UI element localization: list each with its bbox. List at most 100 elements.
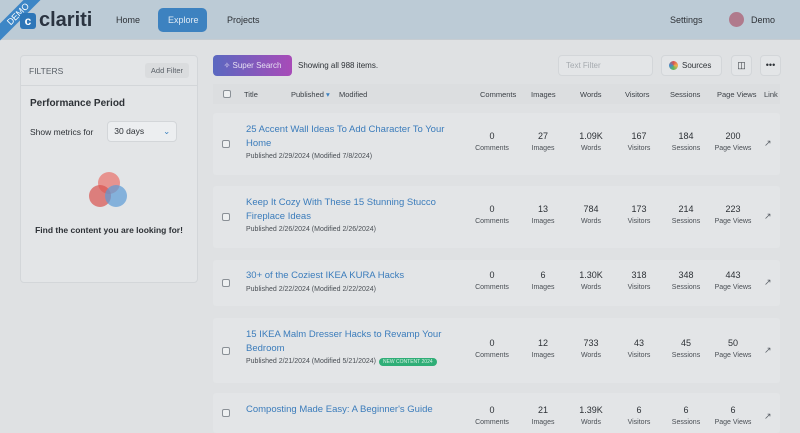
brand-logo[interactable]: c clariti [20,9,92,32]
external-link-icon[interactable]: ↗ [764,411,772,422]
text-filter-input[interactable]: Text Filter [558,55,653,76]
nav-explore[interactable]: Explore [158,8,207,32]
item-count: Showing all 988 items. [298,61,379,70]
row-title-link[interactable]: 30+ of the Coziest IKEA KURA Hacks [246,269,461,283]
comments-label: Comments [475,419,509,426]
comments-value: 0 [489,405,495,415]
chevron-down-icon: ⌄ [163,126,171,136]
images-value: 12 [537,337,548,348]
external-link-icon[interactable]: ↗ [764,345,772,356]
words-label: Words [580,419,602,426]
select-all-checkbox[interactable] [223,90,231,98]
row-title-link[interactable]: 25 Accent Wall Ideas To Add Character To… [246,123,461,151]
table-row[interactable]: Composting Made Easy: A Beginner's Guide… [213,393,780,433]
visitors-label: Visitors [627,284,651,291]
page-views-value: 200 [725,131,741,141]
comments-label: Comments [475,351,509,359]
columns-layout-button[interactable]: ◫ [731,55,752,76]
visitors-value: 43 [633,337,644,348]
cell-images: 12 Images [518,338,568,359]
cell-images: 6 Images [518,270,568,291]
images-label: Images [531,351,555,359]
page-views-value: 50 [727,337,738,348]
comments-label: Comments [475,218,509,225]
row-title-link[interactable]: 15 IKEA Malm Dresser Hacks to Revamp You… [246,328,461,356]
comments-value: 0 [489,131,495,141]
super-search-label: Super Search [232,61,282,70]
row-meta: Published 2/29/2024 (Modified 7/8/2024) [246,153,372,160]
settings-link[interactable]: Settings [660,8,713,32]
col-visitors[interactable]: Visitors [625,90,649,99]
table-row[interactable]: 15 IKEA Malm Dresser Hacks to Revamp You… [213,318,780,383]
cell-images: 27 Images [518,131,568,152]
user-menu[interactable]: Demo [741,8,785,32]
col-title[interactable]: Title [244,90,258,99]
new-content-badge: NEW CONTENT 2024 [378,358,437,366]
row-title-link[interactable]: Keep It Cozy With These 15 Stunning Stuc… [246,196,461,224]
external-link-icon[interactable]: ↗ [764,211,772,222]
nav-projects[interactable]: Projects [217,8,270,32]
row-title-link[interactable]: Composting Made Easy: A Beginner's Guide [246,403,461,417]
col-page-views[interactable]: Page Views [717,90,756,99]
cell-comments: 0 Comments [467,270,517,291]
cell-visitors: 167 Visitors [614,131,664,152]
table-row[interactable]: 30+ of the Coziest IKEA KURA Hacks Publis… [213,260,780,306]
page-views-label: Page Views [714,145,752,152]
row-checkbox[interactable] [222,140,230,148]
sessions-label: Sessions [671,145,701,152]
col-link: Link [764,90,778,99]
filters-title: FILTERS [29,65,64,76]
row-checkbox[interactable] [222,279,230,287]
external-link-icon[interactable]: ↗ [764,277,772,288]
page-views-value: 6 [730,405,736,415]
sessions-label: Sessions [671,218,701,225]
page-views-label: Page Views [714,419,752,426]
words-value: 733 [583,337,599,348]
sessions-label: Sessions [671,284,701,291]
period-select[interactable]: 30 days ⌄ [107,121,178,142]
cell-page-views: 223 Page Views [708,204,758,225]
row-dates: Published 2/26/2024 (Modified 2/26/2024) [246,226,376,233]
col-modified[interactable]: Modified [339,90,367,99]
images-value: 21 [537,405,548,415]
col-images[interactable]: Images [531,90,556,99]
col-published[interactable]: Published ▾ [291,90,330,99]
words-label: Words [580,218,602,225]
images-value: 27 [537,131,548,141]
cell-words: 733 Words [566,338,616,359]
cell-comments: 0 Comments [467,338,517,359]
row-dates: Published 2/21/2024 (Modified 5/21/2024) [246,358,376,365]
nav-home[interactable]: Home [106,8,150,32]
col-comments[interactable]: Comments [480,90,516,99]
add-filter-button[interactable]: Add Filter [144,63,189,78]
sources-button[interactable]: Sources [661,55,722,76]
row-checkbox[interactable] [222,213,230,221]
cell-comments: 0 Comments [467,131,517,152]
sessions-value: 184 [678,131,694,141]
super-search-button[interactable]: ✧ Super Search [213,55,292,76]
page-views-label: Page Views [714,351,752,359]
visitors-label: Visitors [627,145,651,152]
images-value: 13 [537,204,548,214]
images-label: Images [531,145,555,152]
period-value: 30 days [114,126,145,136]
cell-sessions: 45 Sessions [661,338,711,359]
col-sessions[interactable]: Sessions [670,90,700,99]
row-checkbox[interactable] [222,346,230,355]
table-row[interactable]: Keep It Cozy With These 15 Stunning Stuc… [213,186,780,248]
cell-sessions: 184 Sessions [661,131,711,152]
external-link-icon[interactable]: ↗ [764,138,772,149]
table-row[interactable]: 25 Accent Wall Ideas To Add Character To… [213,113,780,175]
row-meta: Published 2/21/2024 (Modified 5/21/2024)… [246,358,437,366]
cell-words: 1.30K Words [566,270,616,291]
more-options-button[interactable]: ••• [760,55,781,76]
cell-words: 784 Words [566,204,616,225]
cell-sessions: 348 Sessions [661,270,711,291]
empty-message: Find the content you are looking for! [35,225,183,235]
comments-label: Comments [475,145,509,152]
words-value: 1.30K [579,270,603,280]
words-value: 1.09K [579,131,603,141]
comments-value: 0 [489,270,495,280]
col-words[interactable]: Words [580,90,602,99]
row-dates: Published 2/29/2024 (Modified 7/8/2024) [246,153,373,160]
